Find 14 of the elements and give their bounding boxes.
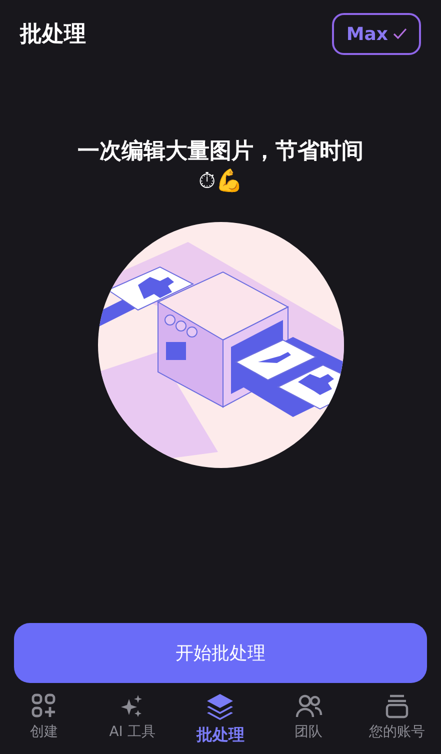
start-batch-button[interactable]: 开始批处理 [14, 623, 427, 683]
layers-icon [205, 693, 236, 721]
headline-emoji: ⏱💪 [198, 168, 244, 196]
account-icon [384, 693, 410, 719]
nav-tab[interactable]: 您的账号 [354, 693, 439, 746]
headline: 一次编辑大量图片，节省时间 [76, 138, 364, 166]
nav-tab[interactable]: AI 工具 [90, 693, 174, 746]
grid-plus-icon [31, 693, 58, 719]
nav-tab[interactable]: 团队 [266, 693, 351, 746]
page-title: 批处理 [20, 21, 86, 49]
nav-tab[interactable]: 批处理 [178, 693, 262, 746]
nav-tab[interactable]: 创建 [2, 693, 86, 746]
max-plan-button[interactable]: Max [332, 13, 421, 55]
people-icon [294, 693, 323, 719]
